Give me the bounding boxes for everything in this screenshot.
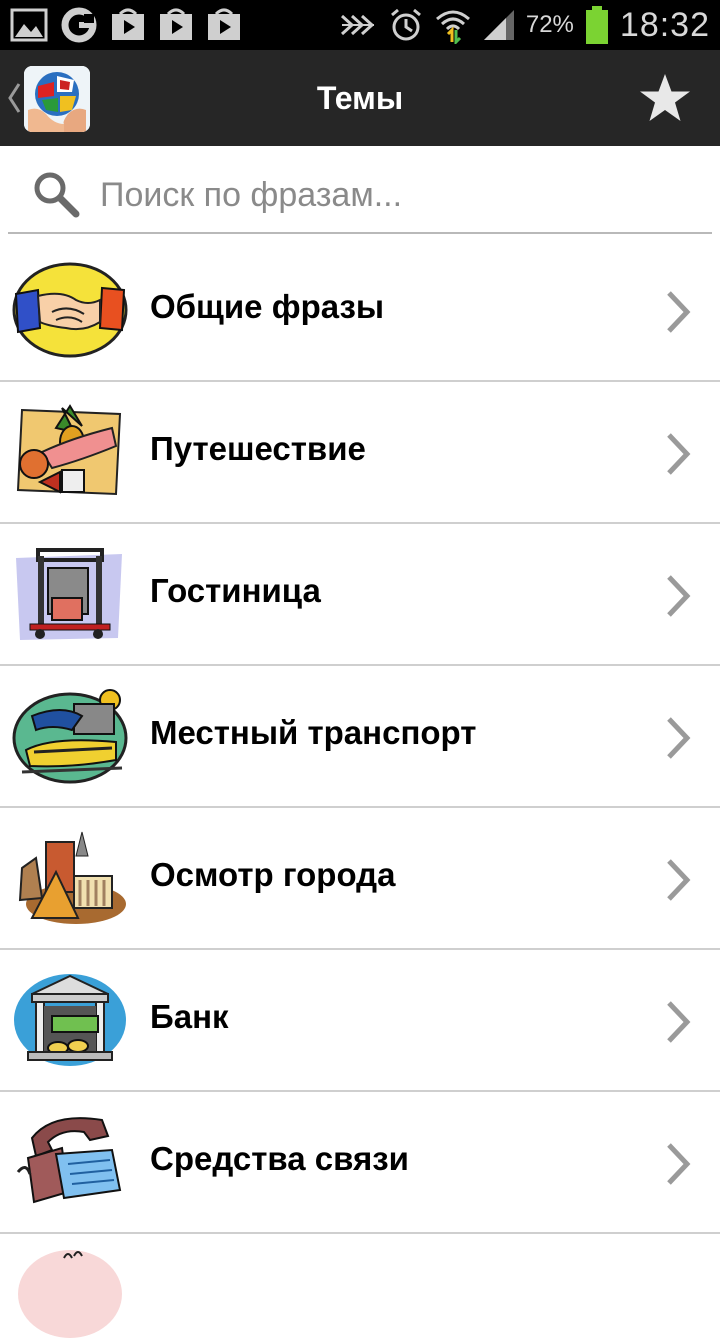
- play-store-icon: [160, 8, 192, 40]
- list-item[interactable]: Путешествие: [0, 382, 720, 524]
- bank-icon: [14, 974, 126, 1066]
- google-icon: [61, 7, 97, 43]
- battery-icon: [585, 6, 608, 44]
- battery-percent: 72%: [525, 11, 574, 38]
- landmarks-icon: [18, 831, 126, 924]
- chevron-right-icon: [667, 575, 691, 617]
- topic-list: Общие фразы Путешествие Гостиница Местны…: [0, 240, 720, 1338]
- list-item[interactable]: Средства связи: [0, 1092, 720, 1234]
- clock-time: 18:32: [619, 5, 710, 44]
- chevron-right-icon: [667, 859, 691, 901]
- chevron-right-icon: [667, 1001, 691, 1043]
- train-icon: [12, 689, 128, 784]
- gallery-icon: [10, 8, 48, 42]
- nfc-icon: [340, 14, 375, 36]
- handshake-icon: [12, 262, 128, 358]
- search-input[interactable]: [98, 168, 692, 222]
- telephone-icon: [16, 1117, 122, 1204]
- alarm-icon: [390, 8, 421, 41]
- list-item-label: Гостиница: [150, 572, 321, 609]
- list-item-label: Путешествие: [150, 430, 366, 467]
- partial-topic-icon: [18, 1250, 122, 1338]
- play-store-icon: [112, 8, 144, 40]
- list-item[interactable]: Местный транспорт: [0, 666, 720, 808]
- chevron-right-icon: [667, 717, 691, 759]
- wifi-icon: [435, 10, 470, 44]
- signal-icon: [483, 10, 514, 40]
- hotel-luggage-icon: [16, 548, 122, 640]
- list-item-label: Осмотр города: [150, 856, 396, 893]
- status-bar: 72% 18:32: [0, 0, 720, 50]
- list-item-label: Общие фразы: [150, 288, 385, 325]
- play-store-icon: [208, 8, 240, 40]
- chevron-right-icon: [667, 1143, 691, 1185]
- action-bar: Темы: [0, 50, 720, 146]
- list-item[interactable]: Общие фразы: [0, 240, 720, 382]
- page-title: Темы: [316, 80, 404, 116]
- chevron-right-icon: [667, 433, 691, 475]
- star-icon[interactable]: [638, 72, 692, 126]
- list-item[interactable]: Гостиница: [0, 524, 720, 666]
- list-item-label: Средства связи: [150, 1140, 409, 1177]
- system-icons: 72% 18:32: [338, 4, 710, 46]
- list-item[interactable]: [0, 1234, 720, 1338]
- list-item-label: Банк: [150, 998, 229, 1035]
- list-item-label: Местный транспорт: [150, 714, 477, 751]
- list-item[interactable]: Осмотр города: [0, 808, 720, 950]
- search-bar: [8, 158, 712, 234]
- search-icon: [34, 172, 80, 218]
- chevron-right-icon: [667, 291, 691, 333]
- list-item[interactable]: Банк: [0, 950, 720, 1092]
- notification-icons: [10, 6, 242, 44]
- travel-icon: [16, 404, 122, 496]
